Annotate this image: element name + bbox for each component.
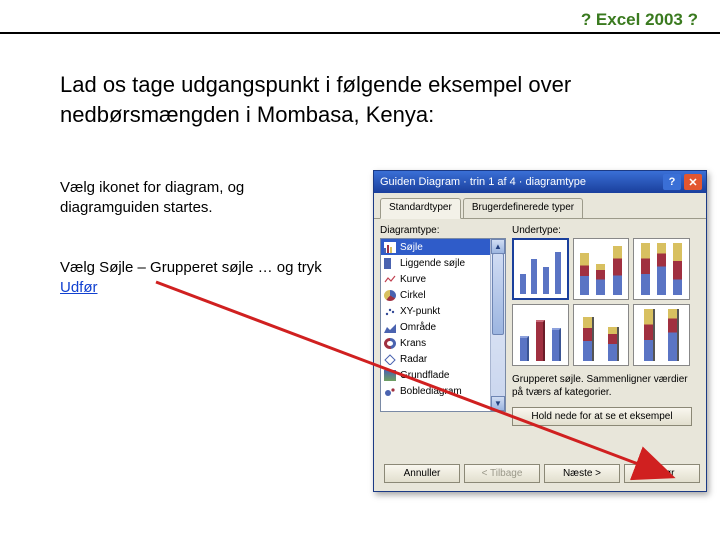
tab-custom-types[interactable]: Brugerdefinerede typer bbox=[463, 198, 583, 218]
bar-chart-icon bbox=[384, 258, 396, 269]
dialog-tabs: Standardtyper Brugerdefinerede typer bbox=[374, 197, 706, 219]
cancel-button[interactable]: Annuller bbox=[384, 464, 460, 483]
list-item[interactable]: Grundflade bbox=[381, 367, 505, 383]
line-chart-icon bbox=[384, 274, 396, 285]
subtype-100pct-stacked-column[interactable] bbox=[633, 238, 690, 300]
chart-type-listbox[interactable]: Søjle Liggende søjle Kurve Cirkel XY-pun… bbox=[380, 238, 506, 412]
dialog-panel: Diagramtype: Søjle Liggende søjle Kurve … bbox=[374, 219, 706, 432]
scroll-down-icon[interactable]: ▼ bbox=[491, 396, 505, 411]
dialog-titlebar: Guiden Diagram · trin 1 af 4 · diagramty… bbox=[374, 171, 706, 193]
scroll-thumb[interactable] bbox=[492, 253, 504, 335]
subtype-stacked-column[interactable] bbox=[573, 238, 630, 300]
subtype-column: Undertype: bbox=[512, 225, 700, 426]
doughnut-chart-icon bbox=[384, 338, 396, 349]
scatter-chart-icon bbox=[384, 306, 396, 317]
header-rule bbox=[0, 32, 720, 34]
instruction-text: Vælg Søjle – Grupperet søjle … og tryk bbox=[60, 259, 322, 276]
list-item[interactable]: Kurve bbox=[381, 271, 505, 287]
list-item-label: Krans bbox=[400, 338, 426, 349]
subtype-3d-clustered-column[interactable] bbox=[512, 304, 569, 366]
area-chart-icon bbox=[384, 322, 396, 333]
list-item-label: XY-punkt bbox=[400, 306, 440, 317]
list-item[interactable]: Søjle bbox=[381, 239, 505, 255]
column-chart-icon bbox=[384, 242, 396, 253]
finish-link[interactable]: Udfør bbox=[60, 279, 98, 296]
close-icon[interactable]: ✕ bbox=[684, 174, 702, 190]
help-icon[interactable]: ? bbox=[663, 174, 681, 190]
finish-button[interactable]: Udfør bbox=[624, 464, 700, 483]
list-item[interactable]: Boblediagram bbox=[381, 383, 505, 399]
list-item-label: Område bbox=[400, 322, 436, 333]
type-label: Diagramtype: bbox=[380, 225, 506, 236]
list-item-label: Radar bbox=[400, 354, 427, 365]
back-button: < Tilbage bbox=[464, 464, 540, 483]
hold-preview-button[interactable]: Hold nede for at se et eksempel bbox=[512, 407, 692, 426]
radar-chart-icon bbox=[384, 354, 396, 365]
next-button[interactable]: Næste > bbox=[544, 464, 620, 483]
dialog-button-row: Annuller < Tilbage Næste > Udfør bbox=[380, 464, 700, 483]
listbox-scrollbar[interactable]: ▲ ▼ bbox=[490, 239, 505, 411]
slide-heading: Lad os tage udgangspunkt i følgende ekse… bbox=[60, 70, 640, 129]
subtype-clustered-column[interactable] bbox=[512, 238, 569, 300]
surface-chart-icon bbox=[384, 370, 396, 381]
type-column: Diagramtype: Søjle Liggende søjle Kurve … bbox=[380, 225, 506, 426]
list-item-label: Cirkel bbox=[400, 290, 426, 301]
dialog-title: Guiden Diagram · trin 1 af 4 · diagramty… bbox=[378, 176, 660, 188]
list-item-label: Boblediagram bbox=[400, 386, 462, 397]
list-item-label: Liggende søjle bbox=[400, 258, 465, 269]
chart-subtype-grid bbox=[512, 238, 690, 366]
list-item-label: Kurve bbox=[400, 274, 426, 285]
list-item[interactable]: Radar bbox=[381, 351, 505, 367]
list-item[interactable]: XY-punkt bbox=[381, 303, 505, 319]
subtype-description: Grupperet søjle. Sammenligner værdier på… bbox=[512, 374, 690, 399]
list-item[interactable]: Cirkel bbox=[381, 287, 505, 303]
instruction-paragraph-1: Vælg ikonet for diagram, og diagramguide… bbox=[60, 178, 340, 219]
bubble-chart-icon bbox=[384, 386, 396, 397]
subtype-3d-stacked-column[interactable] bbox=[573, 304, 630, 366]
instruction-paragraph-2: Vælg Søjle – Grupperet søjle … og tryk U… bbox=[60, 258, 360, 299]
subtype-3d-100pct-stacked-column[interactable] bbox=[633, 304, 690, 366]
chart-wizard-dialog: Guiden Diagram · trin 1 af 4 · diagramty… bbox=[373, 170, 707, 492]
list-item-label: Grundflade bbox=[400, 370, 449, 381]
scroll-up-icon[interactable]: ▲ bbox=[491, 239, 505, 254]
tab-standard-types[interactable]: Standardtyper bbox=[380, 198, 461, 219]
subtype-label: Undertype: bbox=[512, 225, 700, 236]
list-item[interactable]: Liggende søjle bbox=[381, 255, 505, 271]
list-item[interactable]: Område bbox=[381, 319, 505, 335]
list-item-label: Søjle bbox=[400, 242, 423, 253]
page-header-title: ? Excel 2003 ? bbox=[581, 10, 698, 30]
pie-chart-icon bbox=[384, 290, 396, 301]
list-item[interactable]: Krans bbox=[381, 335, 505, 351]
